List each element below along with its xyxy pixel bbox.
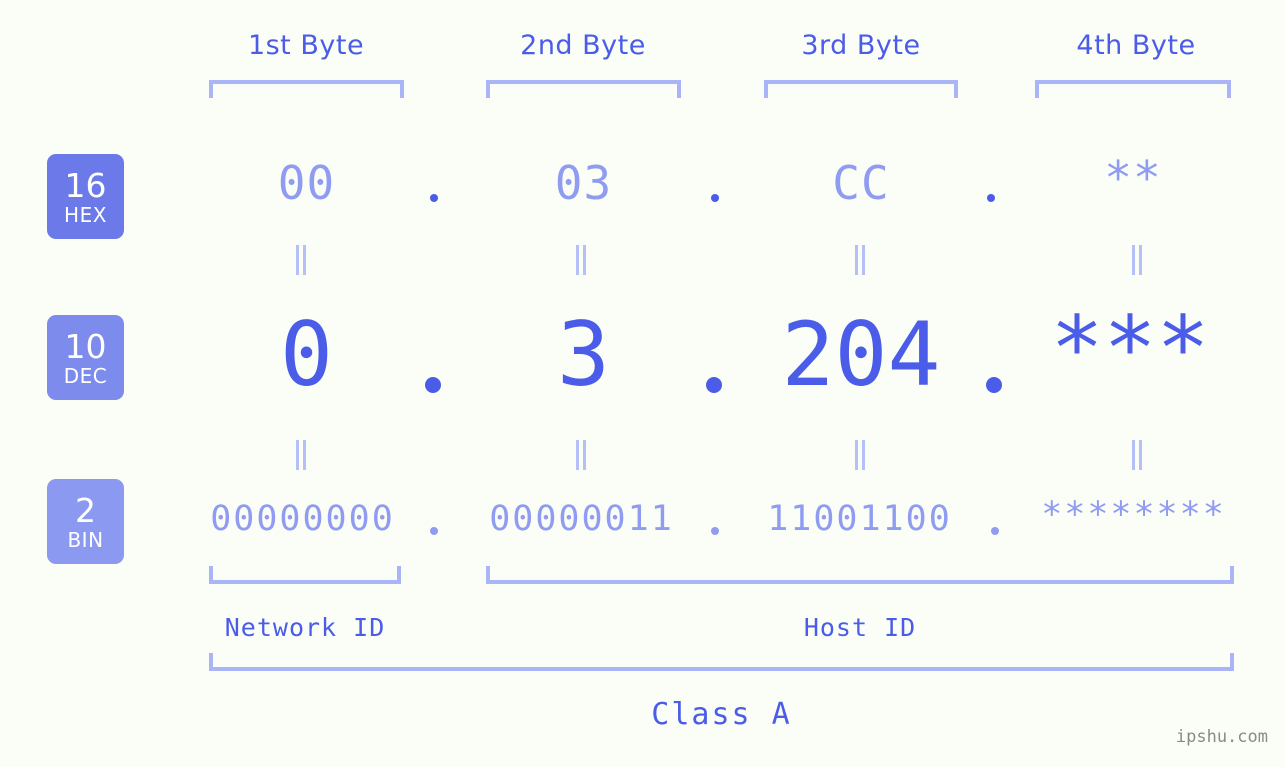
network-id-bracket — [209, 566, 401, 584]
radix-badge-hex-unit: HEX — [64, 202, 107, 227]
network-id-label: Network ID — [224, 613, 386, 642]
equals-sign-hex-dec-1 — [294, 245, 308, 275]
bin-byte-1: 00000000 — [210, 499, 395, 539]
dec-dot-2 — [706, 377, 722, 393]
equals-sign-hex-dec-4 — [1130, 245, 1144, 275]
class-bracket — [209, 653, 1234, 671]
host-id-label: Host ID — [803, 613, 917, 642]
hex-byte-2: 03 — [554, 156, 613, 210]
dec-byte-3: 204 — [781, 303, 941, 406]
equals-sign-dec-bin-1 — [294, 440, 308, 470]
dec-dot-1 — [425, 377, 441, 393]
equals-sign-hex-dec-2 — [574, 245, 588, 275]
radix-badge-bin-unit: BIN — [67, 527, 104, 552]
radix-badge-dec-unit: DEC — [63, 363, 108, 388]
radix-badge-dec-number: 10 — [64, 326, 107, 366]
bin-byte-3: 11001100 — [767, 499, 952, 539]
equals-sign-hex-dec-3 — [853, 245, 867, 275]
hex-byte-1: 00 — [277, 156, 336, 210]
hex-dot-3 — [987, 194, 995, 202]
byte-bracket-3 — [764, 80, 958, 98]
dec-dot-3 — [986, 377, 1002, 393]
dec-byte-4: *** — [1050, 297, 1210, 400]
equals-sign-dec-bin-2 — [574, 440, 588, 470]
dec-byte-1: 0 — [280, 303, 333, 406]
site-watermark: ipshu.com — [1175, 727, 1268, 747]
byte-bracket-2 — [486, 80, 681, 98]
radix-badge-bin-number: 2 — [75, 490, 96, 530]
ip-address-breakdown-diagram: 1st Byte 2nd Byte 3rd Byte 4th Byte 16 H… — [0, 0, 1285, 767]
radix-badge-dec: 10 DEC — [47, 315, 124, 400]
bin-dot-3 — [991, 527, 999, 535]
bin-byte-4: ******** — [1041, 495, 1226, 535]
hex-dot-1 — [430, 194, 438, 202]
bin-dot-2 — [711, 527, 719, 535]
byte-header-1: 1st Byte — [247, 30, 365, 61]
equals-sign-dec-bin-4 — [1130, 440, 1144, 470]
byte-bracket-4 — [1035, 80, 1231, 98]
byte-header-3: 3rd Byte — [801, 30, 921, 61]
equals-sign-dec-bin-3 — [853, 440, 867, 470]
hex-dot-2 — [711, 194, 719, 202]
radix-badge-bin: 2 BIN — [47, 479, 124, 564]
bin-dot-1 — [430, 527, 438, 535]
byte-bracket-1 — [209, 80, 404, 98]
radix-badge-hex-number: 16 — [64, 165, 107, 205]
hex-byte-3: CC — [832, 156, 890, 210]
radix-badge-hex: 16 HEX — [47, 154, 124, 239]
host-id-bracket — [486, 566, 1234, 584]
byte-header-2: 2nd Byte — [520, 30, 646, 61]
class-label: Class A — [651, 697, 792, 732]
bin-byte-2: 00000011 — [489, 499, 674, 539]
byte-header-4: 4th Byte — [1076, 30, 1196, 61]
dec-byte-2: 3 — [557, 303, 610, 406]
hex-byte-4: ** — [1104, 151, 1162, 205]
